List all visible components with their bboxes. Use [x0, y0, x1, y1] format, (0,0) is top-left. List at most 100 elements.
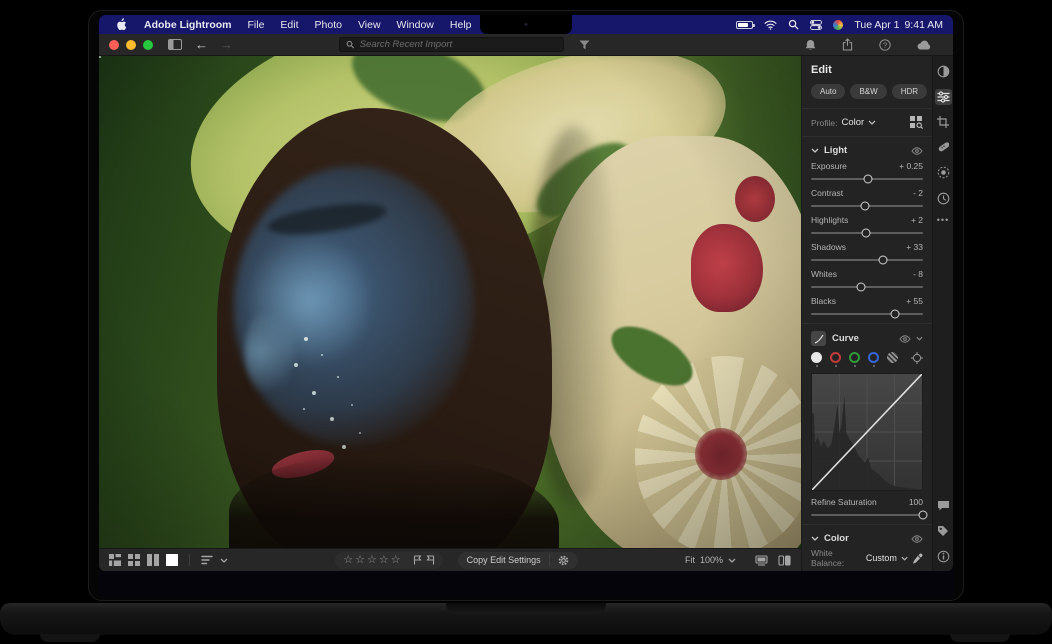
copy-edit-settings-button[interactable]: Copy Edit Settings: [467, 555, 541, 565]
color-profile-icon[interactable]: [833, 20, 843, 30]
white-balance-value[interactable]: Custom: [866, 553, 897, 563]
channel-red[interactable]: [830, 352, 841, 367]
search-field[interactable]: [339, 37, 564, 52]
slider-track[interactable]: [811, 178, 923, 180]
star-rating[interactable]: ☆☆☆☆☆: [343, 555, 402, 566]
help-icon[interactable]: ?: [879, 39, 891, 51]
share-icon[interactable]: [842, 38, 853, 51]
curve-target-icon[interactable]: [911, 352, 923, 364]
menubar-app-name[interactable]: Adobe Lightroom: [144, 19, 232, 31]
apple-logo-icon[interactable]: [116, 18, 127, 31]
slider-thumb[interactable]: [891, 310, 900, 319]
curve-visibility-eye-icon[interactable]: [899, 335, 911, 343]
slider-track[interactable]: [811, 232, 923, 234]
presets-icon[interactable]: [937, 65, 950, 78]
slider-thumb[interactable]: [878, 256, 887, 265]
slider-track[interactable]: [811, 205, 923, 207]
sidebar-toggle-icon[interactable]: [168, 39, 182, 50]
profile-browser-icon[interactable]: [910, 116, 923, 129]
menu-help[interactable]: Help: [450, 19, 472, 31]
eyedropper-icon[interactable]: [912, 553, 923, 564]
zoom-button[interactable]: [143, 40, 153, 50]
flag-pick-icon[interactable]: [413, 555, 422, 565]
curve-section-title: Curve: [832, 333, 859, 344]
menu-file[interactable]: File: [248, 19, 265, 31]
menu-edit[interactable]: Edit: [280, 19, 298, 31]
menubar-clock[interactable]: Tue Apr 19:41 AM: [854, 19, 943, 31]
search-input[interactable]: [360, 39, 558, 50]
menu-photo[interactable]: Photo: [315, 19, 342, 31]
slider-label: Contrast: [811, 188, 843, 198]
filter-icon[interactable]: [579, 40, 590, 50]
healing-icon[interactable]: [937, 141, 949, 153]
color-section-header[interactable]: Color: [811, 533, 923, 544]
profile-chevron-icon[interactable]: [868, 120, 876, 125]
tone-curve-graph[interactable]: [811, 373, 923, 491]
slider-track[interactable]: [811, 286, 923, 288]
color-collapse-chevron-icon[interactable]: [811, 536, 819, 541]
channel-green[interactable]: [849, 352, 860, 367]
info-icon[interactable]: [937, 550, 950, 563]
light-collapse-chevron-icon[interactable]: [811, 148, 819, 153]
slider-track[interactable]: [811, 259, 923, 261]
photo-canvas[interactable]: [99, 56, 801, 548]
light-visibility-eye-icon[interactable]: [911, 147, 923, 155]
sort-icon[interactable]: [201, 555, 213, 565]
slider-thumb[interactable]: [857, 283, 866, 292]
versions-icon[interactable]: [937, 192, 950, 205]
slider-track[interactable]: [811, 313, 923, 315]
keywords-icon[interactable]: [937, 525, 949, 537]
white-balance-chevron-icon[interactable]: [901, 556, 908, 561]
hdr-button[interactable]: HDR: [892, 84, 927, 99]
zoom-fit-label[interactable]: Fit: [685, 555, 695, 565]
compare-view-icon[interactable]: [147, 554, 159, 566]
profile-value[interactable]: Color: [841, 117, 864, 128]
slider-thumb[interactable]: [861, 229, 870, 238]
edit-sliders-icon[interactable]: [935, 89, 952, 105]
sort-chevron-icon[interactable]: [220, 558, 228, 563]
slider-thumb[interactable]: [864, 175, 873, 184]
slideshow-icon[interactable]: [755, 555, 768, 566]
color-visibility-eye-icon[interactable]: [911, 535, 923, 543]
crop-icon[interactable]: [937, 116, 949, 128]
channel-blue[interactable]: [868, 352, 879, 367]
menu-window[interactable]: Window: [397, 19, 434, 31]
wifi-icon[interactable]: [764, 20, 777, 30]
refine-saturation-slider[interactable]: [811, 514, 923, 516]
refine-saturation-thumb[interactable]: [919, 511, 928, 520]
zoom-chevron-icon[interactable]: [728, 558, 736, 563]
settings-gear-icon[interactable]: [558, 555, 569, 566]
slider-thumb[interactable]: [860, 202, 869, 211]
channel-parametric[interactable]: [887, 352, 898, 363]
slider-label: Highlights: [811, 215, 848, 225]
before-after-icon[interactable]: [778, 555, 791, 566]
slider-contrast: Contrast- 2: [811, 188, 923, 207]
channel-luminance[interactable]: [811, 352, 822, 367]
bw-button[interactable]: B&W: [850, 84, 886, 99]
search-icon[interactable]: [788, 19, 799, 30]
bell-icon[interactable]: [805, 39, 816, 51]
flag-reject-icon[interactable]: [426, 555, 435, 565]
menu-view[interactable]: View: [358, 19, 381, 31]
battery-icon[interactable]: [736, 21, 753, 29]
forward-button[interactable]: →: [220, 37, 233, 52]
close-button[interactable]: [109, 40, 119, 50]
zoom-level-value[interactable]: 100%: [700, 555, 723, 565]
curve-collapse-chevron-icon[interactable]: [916, 336, 923, 341]
back-button[interactable]: ←: [195, 37, 208, 52]
cloud-icon[interactable]: [917, 40, 932, 50]
light-section-header[interactable]: Light: [811, 145, 923, 156]
grid-view-icon[interactable]: [128, 554, 140, 566]
masking-icon[interactable]: [937, 166, 950, 179]
refine-saturation-value: 100: [909, 497, 923, 507]
curve-section-header[interactable]: Curve: [811, 331, 923, 346]
lid-lift-notch: [446, 603, 606, 614]
detail-view-icon[interactable]: [166, 554, 178, 566]
more-icon[interactable]: •••: [937, 218, 949, 222]
mosaic-view-icon[interactable]: [109, 554, 121, 566]
comments-icon[interactable]: [937, 500, 950, 512]
laptop-base: [0, 603, 1052, 635]
minimize-button[interactable]: [126, 40, 136, 50]
auto-button[interactable]: Auto: [811, 84, 845, 99]
control-center-icon[interactable]: [810, 20, 822, 30]
